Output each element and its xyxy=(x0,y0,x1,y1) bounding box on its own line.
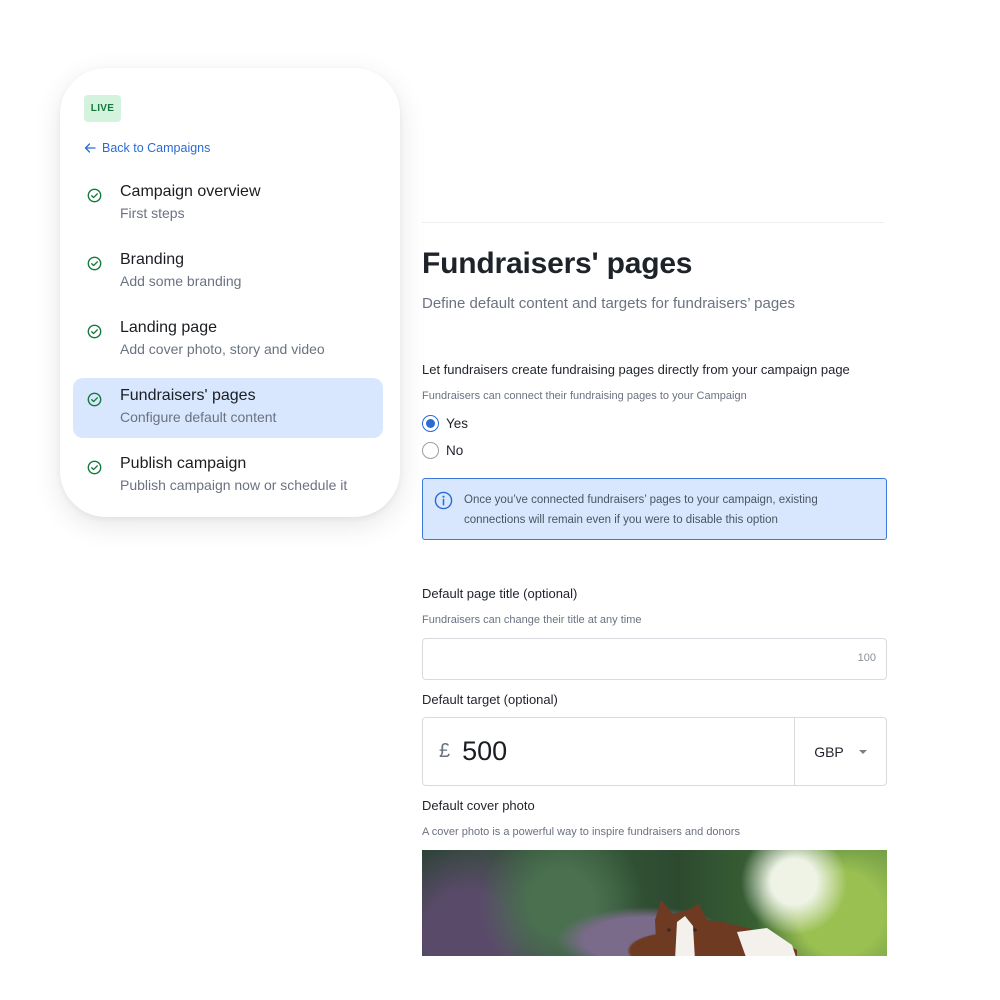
step-subtitle: First steps xyxy=(120,205,185,221)
step-title: Fundraisers' pages xyxy=(120,387,256,404)
steps-nav: Campaign overview First steps Branding A… xyxy=(73,174,383,514)
page-title-field[interactable]: 100 xyxy=(422,638,887,680)
back-link-label: Back to Campaigns xyxy=(102,141,211,155)
step-subtitle: Add cover photo, story and video xyxy=(120,341,325,357)
page-title-input[interactable] xyxy=(423,639,823,679)
cover-photo-label: Default cover photo xyxy=(422,798,535,813)
check-circle-icon xyxy=(87,324,102,339)
allow-pages-help: Fundraisers can connect their fundraisin… xyxy=(422,390,747,402)
step-subtitle: Publish campaign now or schedule it xyxy=(120,477,348,493)
step-subtitle: Configure default content xyxy=(120,409,277,425)
target-amount-wrapper[interactable]: £ xyxy=(423,718,795,785)
dog-illustration xyxy=(655,900,797,956)
target-label: Default target (optional) xyxy=(422,692,558,707)
step-title: Publish campaign xyxy=(120,455,247,472)
info-icon xyxy=(434,491,453,510)
back-to-campaigns-link[interactable]: Back to Campaigns xyxy=(84,141,210,155)
currency-select-value: GBP xyxy=(814,743,844,760)
step-title: Landing page xyxy=(120,319,217,336)
step-subtitle: Add some branding xyxy=(120,273,242,289)
step-branding[interactable]: Branding Add some branding xyxy=(73,242,383,302)
radio-no[interactable]: No xyxy=(422,442,463,459)
currency-select[interactable]: GBP xyxy=(795,718,886,785)
target-field: £ GBP xyxy=(422,717,887,786)
info-notice: Once you’ve connected fundraisers’ pages… xyxy=(422,478,887,540)
status-badge: LIVE xyxy=(84,95,121,122)
header-divider xyxy=(422,222,884,223)
radio-yes[interactable]: Yes xyxy=(422,415,468,432)
check-circle-icon xyxy=(87,188,102,203)
step-landing-page[interactable]: Landing page Add cover photo, story and … xyxy=(73,310,383,370)
radio-yes-indicator[interactable] xyxy=(422,415,439,432)
step-title: Campaign overview xyxy=(120,183,261,200)
page-subtitle: Define default content and targets for f… xyxy=(422,295,796,312)
arrow-left-icon xyxy=(84,143,96,153)
char-limit-counter: 100 xyxy=(857,652,876,664)
target-amount-input[interactable] xyxy=(462,736,763,767)
step-campaign-overview[interactable]: Campaign overview First steps xyxy=(73,174,383,234)
radio-no-indicator[interactable] xyxy=(422,442,439,459)
step-title: Branding xyxy=(120,251,185,268)
check-circle-icon xyxy=(87,256,102,271)
radio-yes-label: Yes xyxy=(446,416,469,431)
cover-photo-help: A cover photo is a powerful way to inspi… xyxy=(422,826,740,838)
campaign-steps-card: LIVE Back to Campaigns Campaign overview… xyxy=(60,68,400,517)
check-circle-icon xyxy=(87,460,102,475)
step-publish-campaign[interactable]: Publish campaign Publish campaign now or… xyxy=(73,446,383,506)
check-circle-icon xyxy=(87,392,102,407)
radio-no-label: No xyxy=(446,443,464,458)
allow-pages-label: Let fundraisers create fundraising pages… xyxy=(422,362,850,377)
currency-symbol: £ xyxy=(439,740,451,762)
step-fundraisers-pages[interactable]: Fundraisers' pages Configure default con… xyxy=(73,378,383,438)
page-title: Fundraisers' pages xyxy=(422,247,693,280)
caret-down-icon xyxy=(858,749,867,754)
page-title-help: Fundraisers can change their title at an… xyxy=(422,614,642,626)
info-text: Once you’ve connected fundraisers’ pages… xyxy=(464,494,818,526)
page-title-label: Default page title (optional) xyxy=(422,586,578,601)
cover-photo-image[interactable] xyxy=(422,850,887,956)
